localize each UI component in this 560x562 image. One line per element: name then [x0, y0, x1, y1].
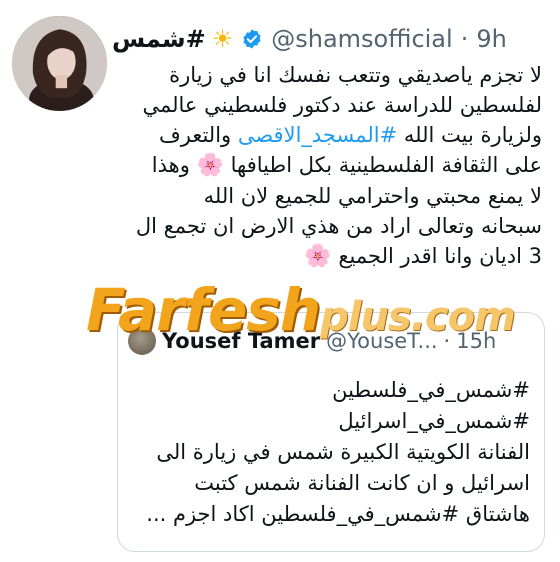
quoted-line: اسرائيل و ان كانت الفنانة شمس كتبت [194, 471, 530, 495]
tweet-line-text: وهذا [151, 153, 197, 177]
tweet-line: 3 اديان وانا اقدر الجميع 🌸 [122, 241, 542, 272]
quoted-line: الفنانة الكويتية الكبيرة شمس في زيارة ال… [156, 440, 530, 464]
quoted-tweet-text: #شمس_في_فلسطين #شمس_في_اسرائيل الفنانة ا… [130, 375, 530, 530]
verified-badge-icon [241, 28, 263, 50]
handle[interactable]: @shamsofficial [271, 25, 452, 53]
tweet-line-text: على الثقافة الفلسطينية بكل اطيافها [223, 153, 542, 177]
tweet-line: سبحانه وتعالى اراد من هذي الارض ان تجمع … [135, 214, 542, 238]
quoted-tweet-header: Yousef Tamer @YouseT... · 15h [128, 327, 496, 355]
display-name-text: #شمس [112, 25, 206, 53]
sun-icon: ☀ [211, 25, 234, 53]
quoted-line: #شمس_في_فلسطين [332, 378, 530, 402]
tweet-line-text: 3 اديان وانا اقدر الجميع [331, 244, 542, 268]
quoted-line: #شمس_في_اسرائيل [338, 409, 530, 433]
timestamp[interactable]: 9h [476, 25, 506, 53]
tweet-card[interactable]: ☀ #شمس @shamsofficial · 9h لا تجزم ياصدي… [0, 0, 560, 562]
tweet-line: لفلسطين للدراسة عند دكتور فلسطيني عالمي [142, 93, 542, 117]
tweet-line: لا تجزم ياصديقي وتتعب نفسك انا في زيارة [169, 63, 542, 87]
tweet-line-text: والتعرف [158, 123, 238, 147]
tweet-line: لا يمنع محبتي واحترامي للجميع لان الله [203, 184, 542, 208]
quoted-display-name[interactable]: Yousef Tamer [162, 329, 320, 353]
quoted-avatar [128, 327, 156, 355]
tweet-line: ولزيارة بيت الله #المسجد_الاقصى والتعرف [122, 120, 542, 150]
tweet-text: لا تجزم ياصديقي وتتعب نفسك انا في زيارة … [122, 60, 542, 272]
quoted-handle[interactable]: @YouseT... [326, 329, 437, 353]
quoted-line: هاشتاق #شمس_في_فلسطين اكاد اجزم ... [146, 502, 530, 526]
separator-dot: · [460, 25, 469, 53]
hashtag-link[interactable]: #المسجد_الاقصى [238, 123, 397, 147]
tweet-line-text: ولزيارة بيت الله [397, 123, 542, 147]
separator-dot: · [443, 329, 451, 353]
display-name[interactable]: ☀ #شمس [112, 25, 233, 53]
quoted-tweet[interactable]: Yousef Tamer @YouseT... · 15h #شمس_في_فل… [117, 312, 545, 552]
quoted-timestamp[interactable]: 15h [456, 329, 496, 353]
flower-emoji-icon: 🌸 [196, 153, 224, 178]
tweet-header: ☀ #شمس @shamsofficial · 9h [112, 20, 507, 58]
tweet-line: على الثقافة الفلسطينية بكل اطيافها 🌸 وهذ… [122, 150, 542, 181]
flower-emoji-icon: 🌸 [304, 244, 332, 269]
avatar-portrait [12, 16, 107, 111]
avatar[interactable] [12, 16, 107, 111]
